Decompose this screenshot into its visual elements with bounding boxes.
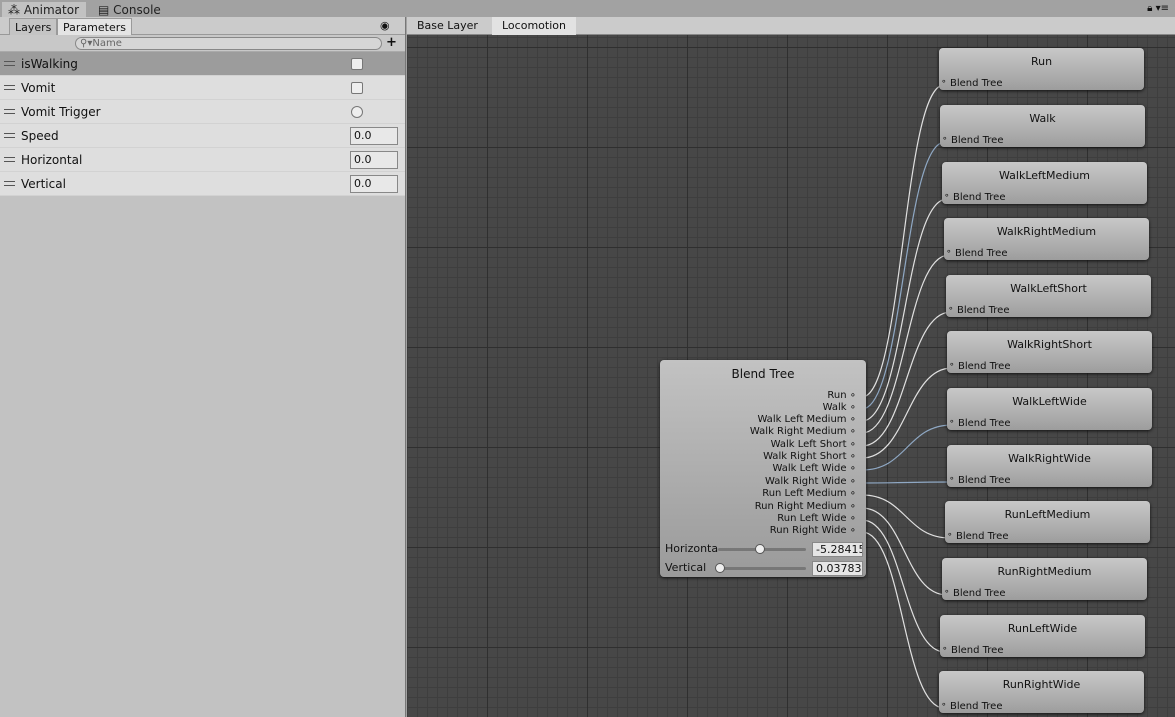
blend-output-port[interactable]: Walk Right Wide ∘	[765, 476, 856, 487]
node-title: WalkLeftWide	[1012, 395, 1087, 408]
output-label: Walk Left Wide	[772, 463, 847, 474]
input-port-icon: ∘	[947, 530, 953, 540]
blend-tree-node[interactable]: Blend Tree Run ∘ Walk ∘ Walk Left Medium ∘…	[660, 360, 866, 577]
input-port-icon: ∘	[949, 474, 955, 484]
blend-tree-title: Blend Tree	[731, 367, 795, 381]
connection-line	[861, 507, 948, 596]
blend-output-port[interactable]: Run Left Medium ∘	[762, 488, 856, 499]
slider-label: Horizonta	[665, 542, 719, 555]
node-subtitle: Blend Tree	[950, 78, 1003, 89]
input-port-icon: ∘	[948, 304, 954, 314]
node-title: RunRightMedium	[997, 565, 1092, 578]
blend-output-port[interactable]: Walk Right Short ∘	[763, 451, 856, 462]
child-blend-tree-node[interactable]: Walk Blend Tree ∘	[940, 105, 1145, 147]
blend-output-port[interactable]: Run Left Wide ∘	[777, 513, 856, 524]
blend-output-port[interactable]: Walk Left Wide ∘	[772, 463, 856, 474]
blend-output-port[interactable]: Walk ∘	[823, 402, 856, 413]
input-port-icon: ∘	[942, 644, 948, 654]
parameter-slider[interactable]	[718, 544, 806, 554]
input-port-icon: ∘	[941, 77, 947, 87]
node-title: RunLeftWide	[1007, 622, 1078, 635]
output-label: Walk Left Medium	[757, 414, 847, 425]
node-title: WalkRightShort	[1007, 338, 1092, 351]
slider-thumb[interactable]	[754, 544, 765, 554]
node-title: Run	[1030, 55, 1053, 68]
node-subtitle: Blend Tree	[953, 192, 1006, 203]
input-port-icon: ∘	[944, 587, 950, 597]
input-port-icon: ∘	[941, 700, 947, 710]
node-subtitle: Blend Tree	[958, 475, 1011, 486]
node-title: WalkLeftMedium	[998, 169, 1091, 182]
node-subtitle: Blend Tree	[955, 248, 1008, 259]
input-port-icon: ∘	[944, 191, 950, 201]
child-blend-tree-node[interactable]: RunRightMedium Blend Tree ∘	[942, 558, 1147, 600]
child-blend-tree-node[interactable]: Run Blend Tree ∘	[939, 48, 1144, 90]
node-subtitle: Blend Tree	[957, 305, 1010, 316]
output-label: Run Left Wide	[777, 513, 847, 524]
connection-line	[861, 84, 945, 398]
node-title: WalkLeftShort	[1010, 282, 1087, 295]
input-port-icon: ∘	[949, 360, 955, 370]
node-title: WalkRightMedium	[996, 225, 1097, 238]
output-label: Run Left Medium	[762, 488, 847, 499]
output-label: Walk Right Wide	[764, 476, 847, 487]
slider-value-field[interactable]: 0.03783	[812, 561, 863, 576]
connection-line	[861, 494, 951, 539]
node-subtitle: Blend Tree	[953, 588, 1006, 599]
slider-value-field[interactable]: -5.28415	[812, 542, 863, 557]
output-label: Walk	[822, 402, 847, 413]
connection-line	[861, 424, 953, 471]
output-label: Walk Right Short	[763, 451, 847, 462]
slider-label: Vertical	[665, 561, 707, 574]
blend-output-port[interactable]: Run Right Wide ∘	[770, 525, 856, 536]
slider-thumb[interactable]	[715, 563, 725, 573]
node-subtitle: Blend Tree	[951, 135, 1004, 146]
blend-output-port[interactable]: Run ∘	[827, 390, 856, 401]
child-blend-tree-node[interactable]: RunLeftMedium Blend Tree ∘	[945, 501, 1150, 543]
blend-output-port[interactable]: Walk Left Medium ∘	[757, 414, 856, 425]
blend-output-port[interactable]: Walk Left Short ∘	[771, 439, 856, 450]
node-subtitle: Blend Tree	[951, 645, 1004, 656]
input-port-icon: ∘	[949, 417, 955, 427]
output-label: Walk Right Medium	[749, 426, 847, 437]
output-label: Run Right Wide	[769, 525, 847, 536]
node-subtitle: Blend Tree	[958, 361, 1011, 372]
node-subtitle: Blend Tree	[958, 418, 1011, 429]
output-label: Walk Left Short	[770, 439, 847, 450]
connection-line	[861, 519, 946, 653]
node-title: Walk	[1029, 112, 1056, 125]
output-label: Run Right Medium	[754, 501, 847, 512]
node-subtitle: Blend Tree	[950, 701, 1003, 712]
child-blend-tree-node[interactable]: WalkLeftWide Blend Tree ∘	[947, 388, 1152, 430]
node-title: WalkRightWide	[1008, 452, 1091, 465]
parameter-slider[interactable]	[715, 563, 806, 573]
child-blend-tree-node[interactable]: WalkRightShort Blend Tree ∘	[947, 331, 1152, 373]
connection-line	[861, 531, 945, 709]
blend-output-port[interactable]: Walk Right Medium ∘	[750, 426, 856, 437]
blend-output-port[interactable]: Run Right Medium ∘	[755, 501, 856, 512]
connection-line	[861, 254, 950, 434]
node-title: RunRightWide	[1002, 678, 1081, 691]
input-port-icon: ∘	[942, 134, 948, 144]
connection-line	[861, 141, 946, 410]
child-blend-tree-node[interactable]: WalkLeftMedium Blend Tree ∘	[942, 162, 1147, 204]
node-subtitle: Blend Tree	[956, 531, 1009, 542]
child-blend-tree-node[interactable]: RunRightWide Blend Tree ∘	[939, 671, 1144, 713]
child-blend-tree-node[interactable]: WalkLeftShort Blend Tree ∘	[946, 275, 1151, 317]
connection-line	[861, 481, 953, 484]
child-blend-tree-node[interactable]: RunLeftWide Blend Tree ∘	[940, 615, 1145, 657]
child-blend-tree-node[interactable]: WalkRightMedium Blend Tree ∘	[944, 218, 1149, 260]
output-label: Run	[827, 390, 847, 401]
input-port-icon: ∘	[946, 247, 952, 257]
node-title: RunLeftMedium	[1004, 508, 1091, 521]
child-blend-tree-node[interactable]: WalkRightWide Blend Tree ∘	[947, 445, 1152, 487]
